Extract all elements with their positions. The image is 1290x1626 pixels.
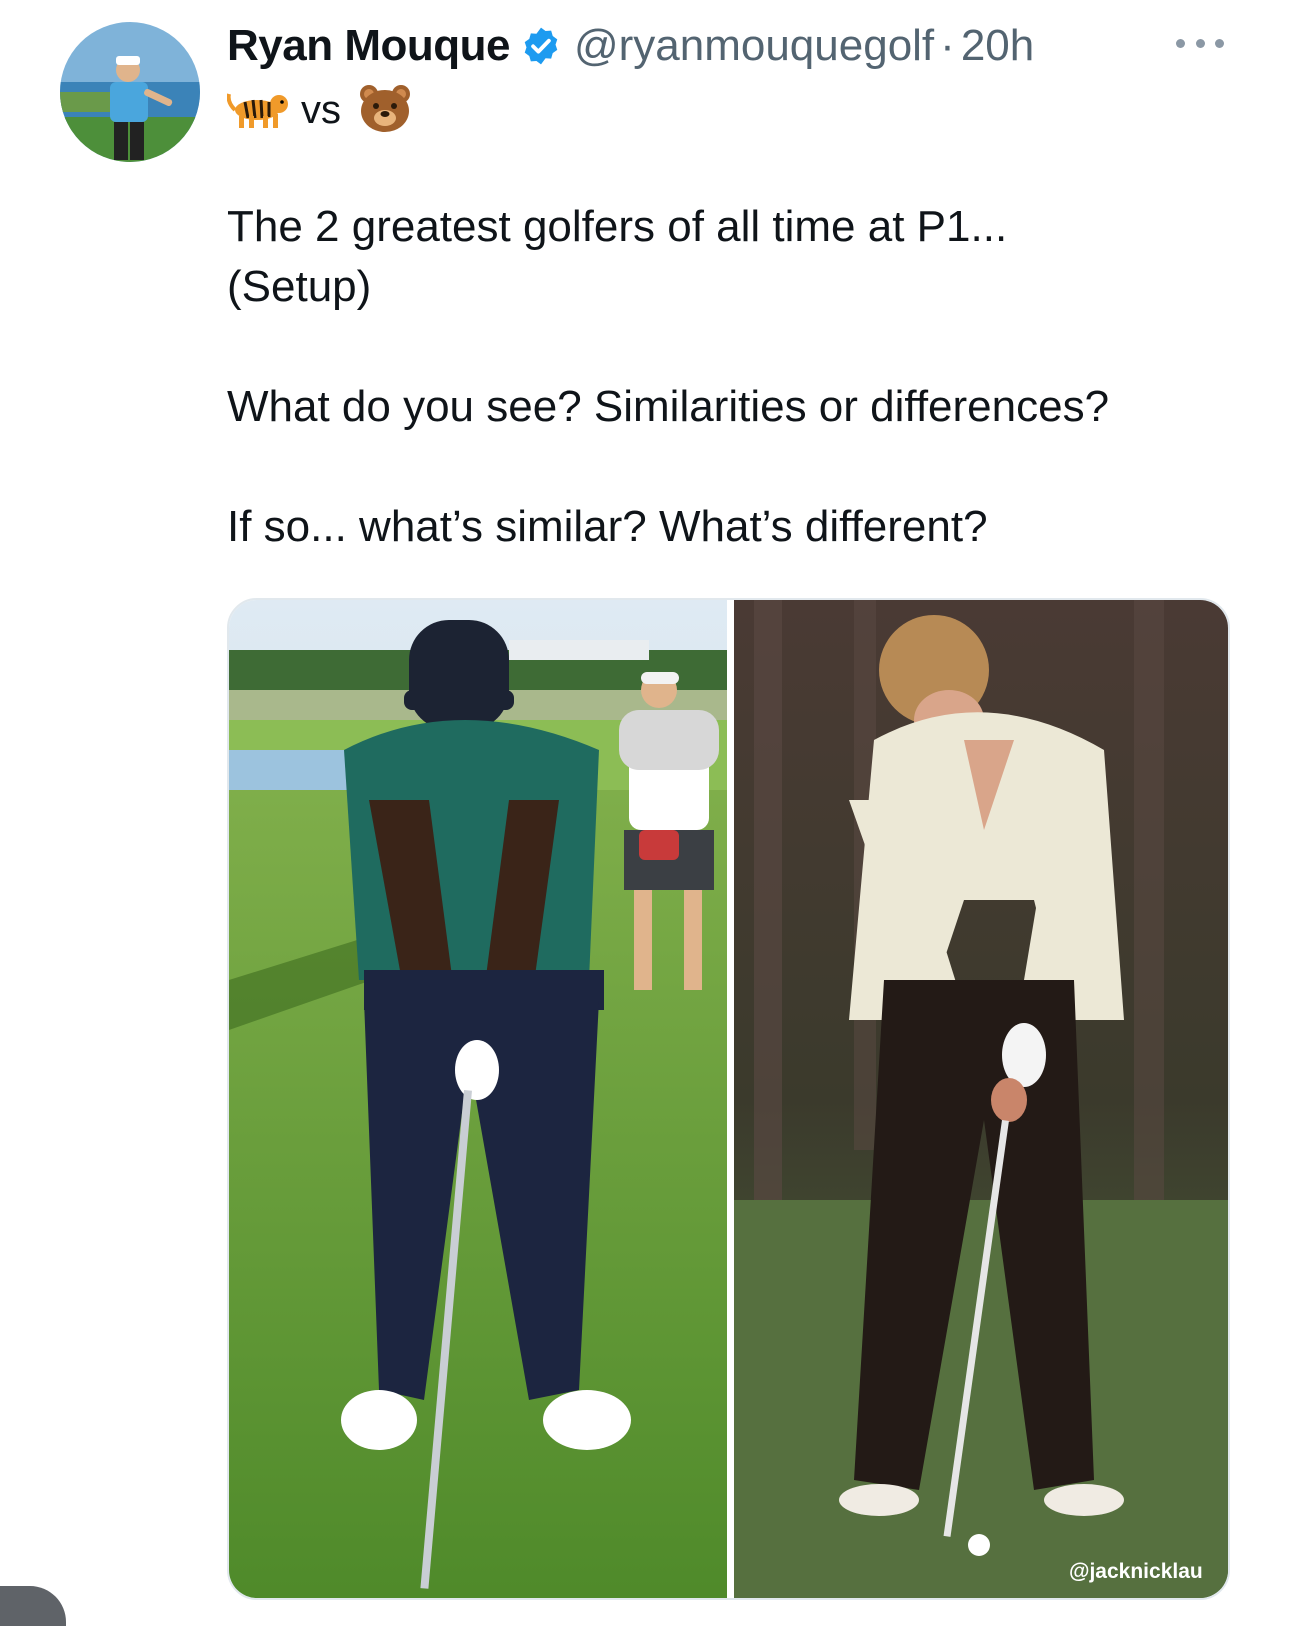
bear-icon bbox=[357, 82, 413, 139]
timestamp[interactable]: 20h bbox=[961, 21, 1034, 71]
tweet-text-line: What do you see? Similarities or differe… bbox=[227, 382, 1110, 431]
verified-badge-icon bbox=[520, 25, 562, 67]
emoji-line: vs bbox=[226, 82, 413, 139]
golfer-setup-photo-classic[interactable] bbox=[734, 600, 1228, 1598]
tweet[interactable]: Ryan Mouque @ryanmouquegolf · 20h vs The… bbox=[0, 0, 1290, 1626]
display-name[interactable]: Ryan Mouque bbox=[227, 21, 510, 71]
tweet-text-line: If so... what’s similar? What’s differen… bbox=[227, 502, 988, 551]
more-options-icon[interactable] bbox=[1176, 28, 1224, 58]
photo-watermark: @jacknicklau bbox=[1069, 1560, 1203, 1583]
golfer-setup-photo-modern[interactable] bbox=[229, 600, 727, 1598]
tweet-text-line: The 2 greatest golfers of all time at P1… bbox=[227, 202, 1008, 251]
tiger-icon bbox=[226, 86, 291, 135]
avatar-image bbox=[60, 22, 200, 162]
tweet-header: Ryan Mouque @ryanmouquegolf · 20h bbox=[227, 18, 1034, 74]
media-divider bbox=[727, 600, 734, 1598]
separator-dot: · bbox=[940, 21, 955, 70]
user-handle[interactable]: @ryanmouquegolf bbox=[574, 21, 934, 71]
tweet-media[interactable]: @jacknicklau bbox=[227, 598, 1230, 1600]
corner-decoration bbox=[0, 1586, 66, 1626]
avatar[interactable] bbox=[60, 22, 200, 162]
vs-text: vs bbox=[301, 87, 341, 132]
tweet-text-line: (Setup) bbox=[227, 262, 372, 311]
